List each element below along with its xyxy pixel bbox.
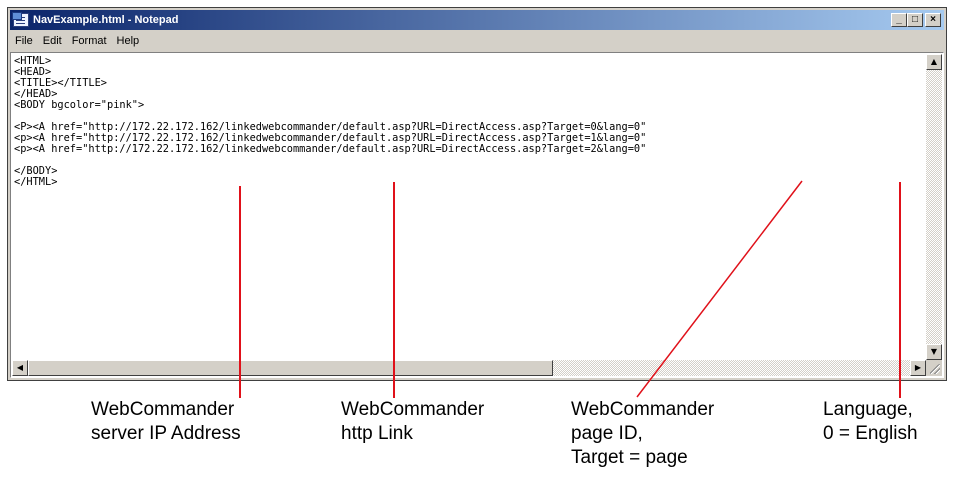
menu-bar: File Edit Format Help <box>10 32 944 50</box>
maximize-button[interactable]: □ <box>907 13 923 27</box>
annotation-line: server IP Address <box>91 423 241 444</box>
window-title: NavExample.html - Notepad <box>33 14 179 26</box>
window-controls: _ □ × <box>891 13 941 27</box>
editor-content[interactable]: <HTML> <HEAD> <TITLE></TITLE> </HEAD> <B… <box>12 54 926 188</box>
menu-format[interactable]: Format <box>67 35 112 47</box>
scroll-down-icon[interactable]: ▼ <box>926 344 942 360</box>
callout-line-language <box>899 182 901 398</box>
code-line: <p><A href="http://172.22.172.162/linked… <box>14 143 647 155</box>
annotation-line: WebCommander <box>341 399 485 420</box>
horizontal-scrollbar[interactable]: ◀ ▶ <box>12 360 926 376</box>
callout-line-http-link <box>393 182 395 398</box>
annotation-line: Target = page <box>571 447 688 468</box>
title-bar[interactable]: NavExample.html - Notepad _ □ × <box>10 10 944 30</box>
text-editor[interactable]: <HTML> <HEAD> <TITLE></TITLE> </HEAD> <B… <box>10 52 944 378</box>
annotation-line: 0 = English <box>823 423 918 444</box>
resize-grip-icon[interactable] <box>926 360 942 376</box>
scroll-up-icon[interactable]: ▲ <box>926 54 942 70</box>
callout-line-server-ip <box>239 186 241 398</box>
scroll-right-icon[interactable]: ▶ <box>910 360 926 376</box>
minimize-button[interactable]: _ <box>891 13 907 27</box>
horizontal-scroll-thumb[interactable] <box>28 360 553 376</box>
annotation-language: Language, 0 = English <box>823 398 918 446</box>
annotation-http-link: WebCommander http Link <box>341 398 484 446</box>
menu-help[interactable]: Help <box>112 35 145 47</box>
notepad-icon[interactable] <box>12 12 29 27</box>
annotation-server-ip: WebCommander server IP Address <box>91 398 241 446</box>
annotation-line: Language, <box>823 399 913 420</box>
notepad-window: NavExample.html - Notepad _ □ × File Edi… <box>7 7 947 381</box>
annotation-line: WebCommander <box>571 399 715 420</box>
close-button[interactable]: × <box>925 13 941 27</box>
annotation-line: page ID, <box>571 423 643 444</box>
vertical-scrollbar[interactable]: ▲ ▼ <box>926 54 942 360</box>
code-line: </HTML> <box>14 176 58 188</box>
annotation-page-id: WebCommander page ID, Target = page <box>571 398 714 470</box>
menu-edit[interactable]: Edit <box>38 35 67 47</box>
annotation-line: WebCommander <box>91 399 235 420</box>
code-line: <BODY bgcolor="pink"> <box>14 99 145 111</box>
annotation-line: http Link <box>341 423 413 444</box>
editor-text-area[interactable]: <HTML> <HEAD> <TITLE></TITLE> </HEAD> <B… <box>12 54 926 360</box>
scroll-left-icon[interactable]: ◀ <box>12 360 28 376</box>
menu-file[interactable]: File <box>10 35 38 47</box>
